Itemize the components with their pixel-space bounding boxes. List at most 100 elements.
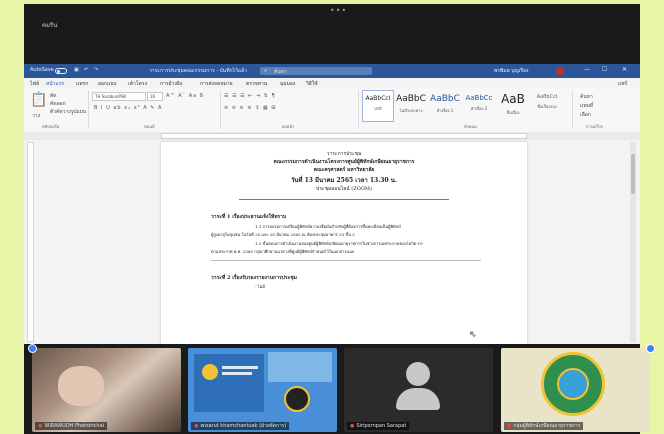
autosave-toggle[interactable]	[55, 68, 67, 74]
maximize-icon[interactable]: ☐	[602, 66, 607, 73]
tab-file[interactable]: ไฟล์	[30, 80, 39, 88]
camera-video-feed	[58, 366, 104, 406]
font-format-icons[interactable]: B I U ab x₂ x² A ✎ A	[94, 105, 162, 111]
tab-insert[interactable]: แทรก	[76, 80, 88, 88]
strip-scroll-right-button[interactable]	[646, 344, 655, 353]
agenda-1-title: วาระที่ 1 เรื่องประธานแจ้งให้ทราบ	[211, 214, 287, 220]
tab-layout[interactable]: เค้าโครง	[128, 80, 147, 88]
avatar[interactable]	[556, 67, 564, 75]
tab-help[interactable]: วิธีใช้	[306, 80, 318, 88]
close-icon[interactable]: ✕	[622, 66, 627, 73]
participant-tile-camera[interactable]: ● WIRAWUDH Phetsirichai	[32, 348, 181, 432]
tab-design[interactable]: ออกแบบ	[98, 80, 117, 88]
profile-photo	[284, 386, 310, 412]
tab-mailings[interactable]: การส่งจดหมาย	[200, 80, 233, 88]
slide-text-line	[222, 366, 258, 369]
participant-name-bar: ● Siripornpan Sarapat	[347, 422, 410, 430]
agenda-1-item-2: 1.2 ขั้นตอนการดำเนินงานของศูนย์ผู้พิทักษ…	[255, 241, 423, 246]
participant-name-bar: ● กลุ่มผู้พิทักษ์เกษียณอายุราชการ	[504, 422, 584, 430]
copy-button[interactable]: คัดลอก	[50, 100, 66, 108]
style-no-spacing[interactable]: AaBbC ไม่มีระยะห่าง	[396, 90, 426, 120]
scrollbar-thumb[interactable]	[631, 154, 635, 194]
strip-scroll-left-button[interactable]	[28, 344, 37, 353]
doc-divider	[239, 199, 449, 200]
mic-muted-icon: ●	[350, 423, 355, 429]
undo-icon[interactable]: ↶	[84, 67, 88, 73]
mouse-cursor-icon: ⇖	[469, 330, 477, 340]
search-placeholder: ค้นหา	[274, 69, 287, 75]
agenda-1-item-2-cont: ตามประกาศ พ.ศ. 2565 กรุณาศึกษาแนวทางที่ศ…	[211, 249, 355, 254]
tab-references[interactable]: การอ้างอิง	[160, 80, 182, 88]
meeting-header: คมริน •••	[24, 4, 640, 64]
find-button[interactable]: ค้นหา	[580, 93, 593, 101]
participant-strip: ● WIRAWUDH Phetsirichai ● wisarut khamchan…	[24, 344, 655, 434]
more-options-icon[interactable]: •••	[330, 6, 347, 15]
style-subtitle[interactable]: AaBbCcI ชื่อเรื่องรอง	[532, 90, 562, 120]
ribbon-separator	[220, 91, 221, 129]
horizontal-ruler	[24, 132, 640, 140]
presenter-label: คมริน	[42, 22, 58, 29]
style-heading-1[interactable]: AaBbC หัวเรื่อง 1	[430, 90, 460, 120]
university-seal-logo	[541, 352, 605, 416]
ribbon-separator	[572, 91, 573, 129]
participant-tile-logo[interactable]: ● กลุ่มผู้พิทักษ์เกษียณอายุราชการ	[501, 348, 650, 432]
paste-button[interactable]: วาง	[32, 112, 40, 120]
ribbon-home: 📋 วาง ตัด คัดลอก ตัวคัดวางรูปแบบ คลิปบอร…	[24, 88, 640, 133]
seal-inner-circle	[557, 368, 589, 400]
paste-icon[interactable]: 📋	[30, 92, 47, 108]
avatar-head	[406, 362, 430, 386]
slide-logo	[202, 364, 218, 380]
agenda-1-item-1: 1.1 การอบรมการเตรียมผู้พิทักษ์ความเชื่อม…	[255, 224, 401, 229]
replace-button[interactable]: แทนที่	[580, 102, 593, 110]
mic-muted-icon: ●	[38, 423, 43, 429]
ribbon-separator	[88, 91, 89, 129]
tab-view[interactable]: มุมมอง	[280, 80, 295, 88]
doc-divider	[211, 260, 481, 261]
style-title[interactable]: AaB ชื่อเรื่อง	[498, 90, 528, 120]
styles-group-label: ลักษณะ	[464, 124, 478, 129]
participant-name-bar: ● wisarut khamchantuek (ฝ่ายจัดการ)	[191, 422, 290, 430]
minimize-icon[interactable]: —	[584, 66, 590, 73]
document-title: วาระการประชุมคณะกรรมการ - บันทึกไว้แล้ว	[149, 68, 247, 74]
save-icon[interactable]: ▣	[74, 67, 79, 73]
style-normal[interactable]: AaBbCcI ปกติ	[362, 90, 394, 122]
redo-icon[interactable]: ↷	[94, 67, 98, 73]
font-group-label: ฟอนต์	[144, 124, 155, 129]
font-name-select[interactable]: TH SarabunPSK	[92, 92, 146, 101]
participant-tile-slide[interactable]: ● wisarut khamchantuek (ฝ่ายจัดการ)	[188, 348, 337, 432]
tab-review[interactable]: ตรวจทาน	[246, 80, 267, 88]
shared-slide-thumbnail	[194, 354, 264, 412]
paragraph-group-label: ย่อหน้า	[282, 124, 295, 129]
search-box[interactable]: ⌕ ค้นหา	[260, 67, 372, 75]
doc-heading-2: คณะกรรมการดำเนินงานโครงการศูนย์ผู้พิทักษ…	[273, 159, 415, 165]
doc-heading-5: ประชุมออนไลน์ (ZOOM)	[316, 186, 372, 192]
cut-button[interactable]: ตัด	[50, 92, 57, 100]
search-icon: ⌕	[264, 67, 268, 74]
agenda-2-item: - ไม่มี	[255, 284, 265, 289]
doc-heading-4: วันที่ 13 มีนาคม 2565 เวลา 13.30 น.	[291, 177, 397, 184]
format-painter-button[interactable]: ตัวคัดวางรูปแบบ	[50, 108, 86, 116]
font-size-select[interactable]: 16	[147, 92, 163, 101]
mic-muted-icon: ●	[507, 423, 512, 429]
participant-name-bar: ● WIRAWUDH Phetsirichai	[35, 422, 108, 430]
select-button[interactable]: เลือก	[580, 111, 591, 119]
word-titlebar: AutoSave ▣ ↶ ↷ วาระการประชุมคณะกรรมการ -…	[24, 64, 640, 78]
doc-heading-1: วาระการประชุม	[326, 151, 362, 157]
slide-banner	[268, 352, 332, 382]
document-page[interactable]: วาระการประชุม คณะกรรมการดำเนินงานโครงการ…	[161, 142, 527, 344]
style-heading-2[interactable]: AaBbCc หัวเรื่อง 2	[464, 90, 494, 120]
list-indent-icons[interactable]: ☰ ☰ ☰ ⇤ ⇥ ⇅ ¶	[224, 93, 276, 99]
align-icons[interactable]: ≡ ≡ ≡ ≡ ↕ ▦ ⊞	[224, 105, 276, 111]
participant-tile-avatar[interactable]: ● Siripornpan Sarapat	[344, 348, 493, 432]
share-button[interactable]: แชร์	[618, 80, 627, 88]
vertical-scrollbar[interactable]	[630, 142, 636, 342]
mic-muted-icon: ●	[194, 423, 199, 429]
ruler-track[interactable]	[161, 133, 527, 139]
ribbon-tabs: ไฟล์ หน้าแรก แทรก ออกแบบ เค้าโครง การอ้า…	[24, 78, 640, 89]
agenda-1-item-1-cont: ผู้สูงอายุในชุมชน ในวันที่ 25 และ 26 มีน…	[211, 232, 355, 237]
screen-border-left	[0, 0, 24, 434]
vertical-ruler	[27, 142, 34, 342]
account-name[interactable]: พรพิมล บุญเรือง	[494, 67, 529, 75]
font-grow-shrink-icons[interactable]: A^ Aˇ Aa Ꞩ	[166, 93, 204, 99]
clipboard-group-label: คลิปบอร์ด	[42, 124, 60, 129]
